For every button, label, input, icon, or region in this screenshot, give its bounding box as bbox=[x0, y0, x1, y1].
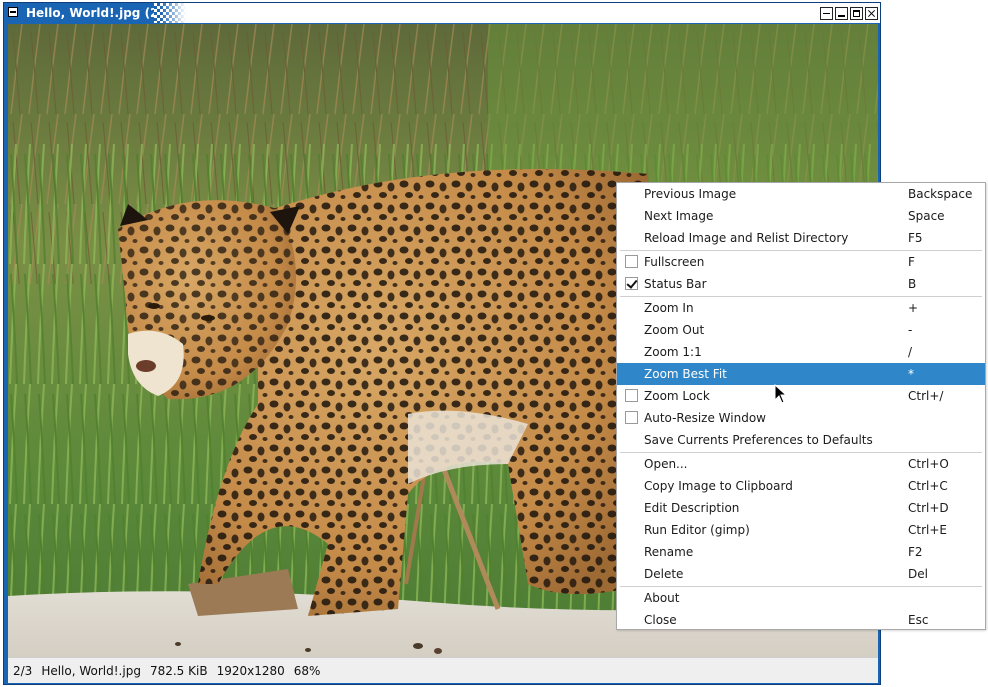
menu-item-label: Next Image bbox=[644, 209, 714, 223]
menu-item-label: Zoom In bbox=[644, 301, 694, 315]
status-image-index: 2/3 bbox=[13, 663, 33, 678]
menu-item-shortcut: F2 bbox=[908, 545, 923, 559]
menu-item-label: Copy Image to Clipboard bbox=[644, 479, 793, 493]
status-zoom: 68% bbox=[293, 663, 321, 678]
menu-item-shortcut: + bbox=[908, 301, 919, 315]
menu-item-shortcut: Ctrl+O bbox=[908, 457, 949, 471]
window-menu-icon[interactable] bbox=[8, 7, 18, 17]
maximize-icon[interactable] bbox=[850, 7, 863, 20]
shade-icon[interactable] bbox=[820, 7, 833, 20]
mouse-pointer-icon bbox=[774, 384, 788, 404]
title-bar[interactable]: Hello, World!.jpg (2/3) bbox=[4, 3, 880, 23]
menu-item-shortcut: Ctrl+E bbox=[908, 523, 947, 537]
menu-item-label: Open... bbox=[644, 457, 688, 471]
status-bar-checkbox[interactable] bbox=[625, 277, 638, 290]
menu-item-label: Zoom Out bbox=[644, 323, 705, 337]
auto-resize-checkbox[interactable] bbox=[625, 411, 638, 424]
menu-item-zoom-best-fit[interactable]: Zoom Best Fit * bbox=[617, 363, 985, 385]
menu-item-label: About bbox=[644, 591, 680, 605]
menu-item-label: Fullscreen bbox=[644, 255, 705, 269]
menu-item-label: Rename bbox=[644, 545, 694, 559]
menu-item-zoom-in[interactable]: Zoom In + bbox=[617, 297, 985, 319]
menu-item-next-image[interactable]: Next Image Space bbox=[617, 205, 985, 227]
menu-item-label: Previous Image bbox=[644, 187, 737, 201]
menu-item-copy-image[interactable]: Copy Image to Clipboard Ctrl+C bbox=[617, 475, 985, 497]
menu-item-previous-image[interactable]: Previous Image Backspace bbox=[617, 183, 985, 205]
menu-item-label: Edit Description bbox=[644, 501, 740, 515]
menu-item-shortcut: F5 bbox=[908, 231, 923, 245]
minimize-icon[interactable] bbox=[835, 7, 848, 20]
title-tab-fade bbox=[154, 3, 186, 23]
zoom-lock-checkbox[interactable] bbox=[625, 389, 638, 402]
menu-item-shortcut: F bbox=[908, 255, 915, 269]
menu-item-label: Save Currents Preferences to Defaults bbox=[644, 433, 873, 447]
menu-item-shortcut: Ctrl+C bbox=[908, 479, 948, 493]
menu-item-label: Reload Image and Relist Directory bbox=[644, 231, 849, 245]
status-filesize: 782.5 KiB bbox=[149, 663, 208, 678]
menu-item-shortcut: B bbox=[908, 277, 917, 291]
menu-item-rename[interactable]: Rename F2 bbox=[617, 541, 985, 563]
window-controls bbox=[820, 7, 878, 20]
menu-item-about[interactable]: About bbox=[617, 587, 985, 609]
menu-item-zoom-lock[interactable]: Zoom Lock Ctrl+/ bbox=[617, 385, 985, 407]
menu-item-zoom-1-1[interactable]: Zoom 1:1 / bbox=[617, 341, 985, 363]
menu-item-save-preferences[interactable]: Save Currents Preferences to Defaults bbox=[617, 429, 985, 451]
menu-item-auto-resize-window[interactable]: Auto-Resize Window bbox=[617, 407, 985, 429]
status-filename: Hello, World!.jpg bbox=[41, 663, 141, 678]
menu-item-label: Status Bar bbox=[644, 277, 707, 291]
menu-item-delete[interactable]: Delete Del bbox=[617, 563, 985, 585]
menu-item-status-bar[interactable]: Status Bar B bbox=[617, 273, 985, 295]
menu-item-run-editor[interactable]: Run Editor (gimp) Ctrl+E bbox=[617, 519, 985, 541]
menu-item-shortcut: Esc bbox=[908, 613, 929, 627]
menu-item-reload[interactable]: Reload Image and Relist Directory F5 bbox=[617, 227, 985, 249]
menu-item-close[interactable]: Close Esc bbox=[617, 609, 985, 631]
menu-item-fullscreen[interactable]: Fullscreen F bbox=[617, 251, 985, 273]
menu-item-label: Zoom 1:1 bbox=[644, 345, 702, 359]
menu-item-shortcut: Backspace bbox=[908, 187, 973, 201]
menu-item-shortcut: Del bbox=[908, 567, 928, 581]
menu-item-label: Auto-Resize Window bbox=[644, 411, 766, 425]
title-tab[interactable]: Hello, World!.jpg (2/3) bbox=[4, 3, 177, 23]
menu-item-label: Delete bbox=[644, 567, 684, 581]
menu-item-edit-description[interactable]: Edit Description Ctrl+D bbox=[617, 497, 985, 519]
menu-item-open[interactable]: Open... Ctrl+O bbox=[617, 453, 985, 475]
menu-item-shortcut: Space bbox=[908, 209, 945, 223]
menu-item-label: Close bbox=[644, 613, 677, 627]
menu-item-shortcut: Ctrl+D bbox=[908, 501, 949, 515]
context-menu: Previous Image Backspace Next Image Spac… bbox=[616, 182, 986, 630]
menu-item-label: Zoom Lock bbox=[644, 389, 710, 403]
menu-item-shortcut: Ctrl+/ bbox=[908, 389, 944, 403]
menu-item-shortcut: - bbox=[908, 323, 913, 337]
menu-item-label: Run Editor (gimp) bbox=[644, 523, 750, 537]
menu-item-shortcut: / bbox=[908, 345, 913, 359]
menu-item-zoom-out[interactable]: Zoom Out - bbox=[617, 319, 985, 341]
close-icon[interactable] bbox=[865, 7, 878, 20]
fullscreen-checkbox[interactable] bbox=[625, 255, 638, 268]
menu-item-label: Zoom Best Fit bbox=[644, 367, 727, 381]
status-bar: 2/3 Hello, World!.jpg 782.5 KiB 1920x128… bbox=[8, 657, 878, 683]
menu-item-shortcut: * bbox=[908, 367, 914, 381]
status-dimensions: 1920x1280 bbox=[216, 663, 285, 678]
